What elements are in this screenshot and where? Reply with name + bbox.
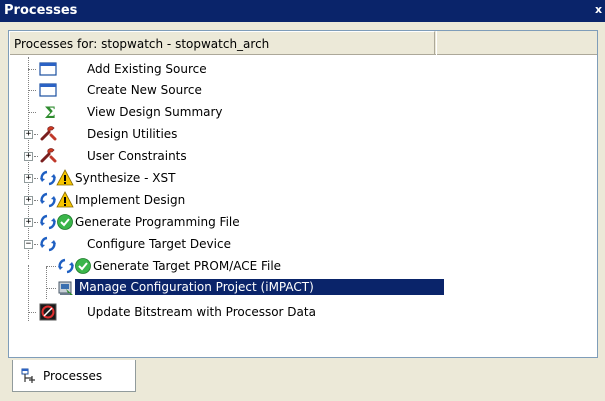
run-icon — [40, 192, 56, 208]
warning-icon — [56, 169, 74, 186]
column-header: Processes for: stopwatch - stopwatch_arc… — [9, 31, 597, 55]
run-icon — [40, 170, 56, 186]
processes-for-header[interactable]: Processes for: stopwatch - stopwatch_arc… — [9, 31, 435, 55]
tree-row[interactable]: + User Constraints — [9, 146, 597, 167]
tab-processes[interactable]: Processes — [12, 360, 136, 392]
processes-panel: Processes for: stopwatch - stopwatch_arc… — [8, 30, 598, 358]
process-label[interactable]: Update Bitstream with Processor Data — [87, 305, 316, 319]
process-label[interactable]: Configure Target Device — [87, 237, 231, 251]
expand-toggle[interactable]: + — [24, 196, 33, 205]
run-icon — [40, 236, 56, 252]
window-title: Processes — [4, 3, 78, 18]
tree-row[interactable]: Update Bitstream with Processor Data — [9, 302, 597, 323]
tab-label: Processes — [43, 369, 103, 383]
expand-toggle[interactable]: + — [24, 152, 33, 161]
svg-text:Σ: Σ — [44, 103, 55, 121]
collapse-toggle[interactable]: − — [24, 240, 33, 249]
tree-row-selected[interactable]: Manage Configuration Project (iMPACT) — [9, 278, 597, 299]
process-label[interactable]: Design Utilities — [87, 127, 177, 141]
process-label[interactable]: Generate Target PROM/ACE File — [93, 259, 281, 273]
expand-toggle[interactable]: + — [24, 174, 33, 183]
process-label[interactable]: Add Existing Source — [87, 62, 207, 76]
column-header-blank[interactable] — [436, 31, 597, 55]
source-window-icon — [39, 62, 57, 76]
processes-tab-icon — [21, 368, 35, 383]
process-label[interactable]: Implement Design — [75, 193, 185, 207]
tree-row[interactable]: Generate Target PROM/ACE File — [9, 256, 597, 277]
close-button[interactable]: x — [595, 3, 605, 19]
panel-tab-bar: Processes — [8, 360, 598, 396]
expand-toggle[interactable]: + — [24, 218, 33, 227]
chip-icon — [39, 303, 57, 321]
process-label[interactable]: User Constraints — [87, 149, 187, 163]
check-icon — [75, 258, 91, 274]
run-icon — [58, 258, 74, 274]
sigma-icon: Σ — [44, 103, 55, 121]
warning-icon — [56, 191, 74, 208]
tree-row[interactable]: Create New Source — [9, 80, 597, 101]
expand-toggle[interactable]: + — [24, 130, 33, 139]
source-window-icon — [39, 83, 57, 97]
tree-row[interactable]: Add Existing Source — [9, 59, 597, 80]
impact-icon — [58, 281, 73, 295]
tree-row[interactable]: + Implement Design — [9, 190, 597, 211]
title-bar: Processes x — [0, 0, 605, 22]
run-icon — [40, 214, 56, 230]
process-label[interactable]: Create New Source — [87, 83, 202, 97]
tree-row[interactable]: + Design Utilities — [9, 124, 597, 145]
process-label[interactable]: Manage Configuration Project (iMPACT) — [75, 279, 444, 295]
tree-row[interactable]: + Synthesize - XST — [9, 168, 597, 189]
check-icon — [57, 214, 73, 230]
tree-row[interactable]: − Configure Target Device — [9, 234, 597, 255]
process-label[interactable]: Generate Programming File — [75, 215, 240, 229]
tree-row[interactable]: + Generate Programming File — [9, 212, 597, 233]
tools-icon — [40, 148, 57, 163]
process-label[interactable]: Synthesize - XST — [75, 171, 175, 185]
tools-icon — [40, 126, 57, 141]
tree-row[interactable]: Σ View Design Summary — [9, 102, 597, 123]
process-label[interactable]: View Design Summary — [87, 105, 223, 119]
